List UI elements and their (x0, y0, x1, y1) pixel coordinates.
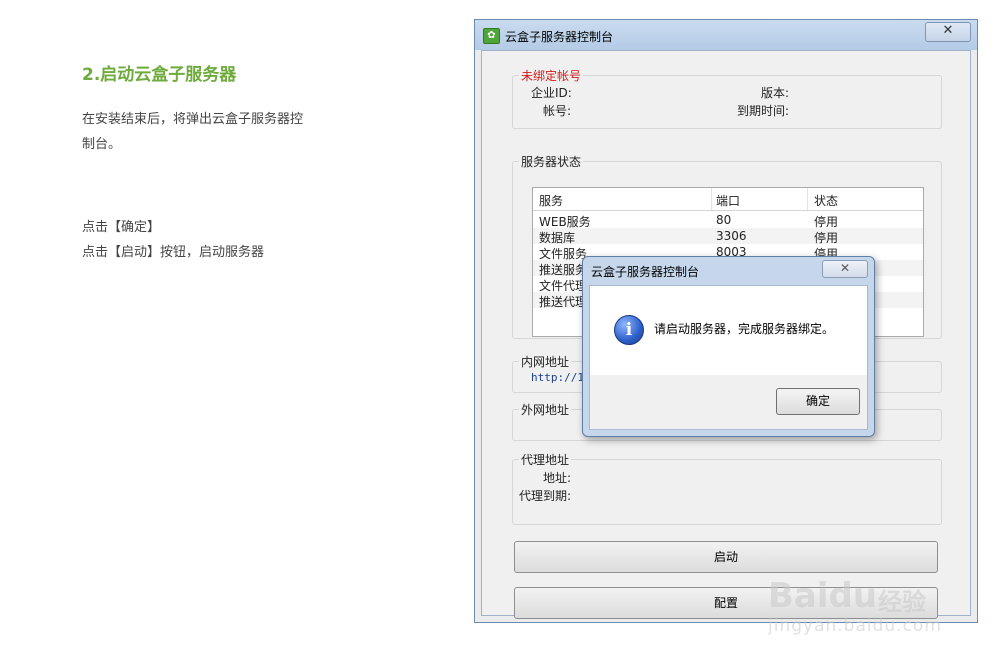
account-label: 帐号: (543, 104, 572, 118)
instruction-confirm: 点击【确定】 (82, 220, 161, 235)
intro-line-2: 制台。 (82, 137, 122, 152)
table-header: 服务 端口 状态 (533, 188, 923, 211)
dialog-message-area: i 请启动服务器，完成服务器绑定。 (590, 286, 867, 375)
window-titlebar[interactable]: ✿ 云盒子服务器控制台 ✕ (475, 20, 977, 50)
window-close-button[interactable]: ✕ (925, 22, 971, 42)
column-header-status[interactable]: 状态 (814, 192, 838, 209)
article: 2.启动云盒子服务器 在安装结束后，将弹出云盒子服务器控 制台。 点击【确定】 … (82, 60, 382, 265)
instruction-start: 点击【启动】按钮，启动服务器 (82, 245, 265, 260)
dialog-body: i 请启动服务器，完成服务器绑定。 确定 (589, 285, 868, 430)
intranet-caption: 内网地址 (519, 353, 572, 370)
proxy-group: 代理地址 地址: 代理到期: (512, 451, 942, 525)
column-header-port[interactable]: 端口 (716, 192, 740, 209)
app-icon: ✿ (483, 28, 500, 44)
company-id-label: 企业ID: (531, 86, 572, 100)
dialog-title: 云盒子服务器控制台 (591, 265, 700, 279)
column-divider[interactable] (807, 188, 808, 210)
cell-port: 3306 (716, 229, 747, 243)
window-title: 云盒子服务器控制台 (505, 30, 614, 44)
proxy-caption: 代理地址 (519, 451, 572, 468)
table-row[interactable]: 数据库 3306 停用 (533, 228, 923, 245)
baidu-jingyan-watermark: Baidu 经验 jingyan.baidu.com (768, 572, 988, 652)
cell-service: 推送代理 (539, 295, 588, 309)
dialog-message: 请启动服务器，完成服务器绑定。 (654, 322, 835, 336)
start-button[interactable]: 启动 (514, 541, 938, 573)
dialog-close-button[interactable]: ✕ (822, 260, 868, 278)
info-icon: i (614, 315, 644, 345)
intro-line-1: 在安装结束后，将弹出云盒子服务器控 (82, 112, 304, 127)
proxy-expire-label: 代理到期: (519, 489, 572, 503)
extranet-caption: 外网地址 (519, 401, 572, 418)
watermark-text: 经验 (878, 588, 926, 616)
watermark-logo: Baidu (768, 576, 878, 616)
step-title: 2.启动云盒子服务器 (82, 65, 237, 85)
server-status-caption: 服务器状态 (519, 153, 584, 170)
column-header-service[interactable]: 服务 (539, 192, 563, 209)
table-row[interactable]: WEB服务 80 停用 (533, 212, 923, 229)
account-group: 未绑定帐号 企业ID: 版本: 帐号: 到期时间: (512, 67, 942, 129)
version-label: 版本: (761, 86, 790, 100)
dialog-ok-button[interactable]: 确定 (776, 388, 860, 415)
account-status: 未绑定帐号 (519, 67, 584, 84)
proxy-address-label: 地址: (543, 471, 572, 485)
column-divider[interactable] (711, 188, 712, 210)
watermark-url: jingyan.baidu.com (768, 616, 942, 636)
cell-port: 80 (716, 213, 732, 227)
message-dialog: 云盒子服务器控制台 ✕ i 请启动服务器，完成服务器绑定。 确定 (582, 256, 875, 437)
expire-label: 到期时间: (737, 104, 790, 118)
